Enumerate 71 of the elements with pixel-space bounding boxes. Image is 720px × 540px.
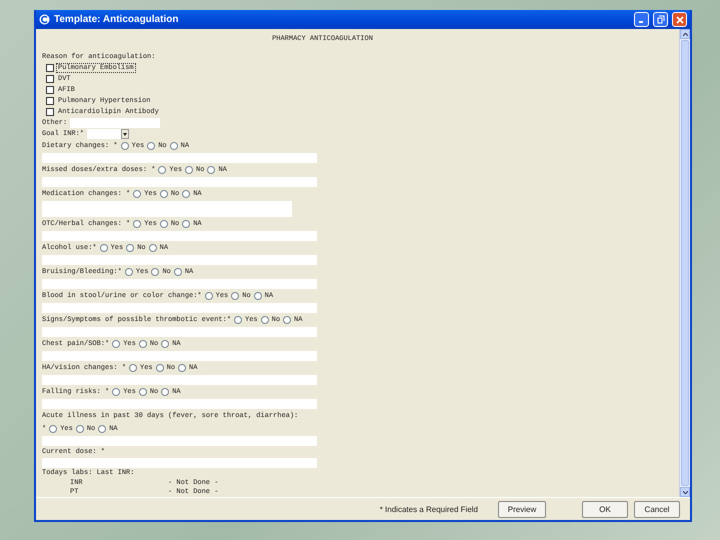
comment-field[interactable] xyxy=(42,436,317,446)
radio-button[interactable] xyxy=(161,340,170,348)
radio-button[interactable] xyxy=(156,364,164,372)
radio-button[interactable] xyxy=(76,424,84,433)
comment-field[interactable] xyxy=(42,200,292,217)
comment-field[interactable] xyxy=(42,152,317,163)
radio-button[interactable] xyxy=(126,244,134,252)
comment-field[interactable] xyxy=(42,176,317,187)
radio-button[interactable] xyxy=(158,166,166,174)
radio-button[interactable] xyxy=(160,190,168,198)
radio-button[interactable] xyxy=(124,268,133,276)
scroll-up-icon[interactable] xyxy=(682,32,688,36)
radio-button[interactable] xyxy=(100,244,108,252)
radio-button[interactable] xyxy=(182,190,190,198)
checkbox[interactable] xyxy=(46,75,54,84)
radio-button[interactable] xyxy=(231,292,240,300)
checkbox[interactable] xyxy=(46,108,54,116)
scrollbar[interactable] xyxy=(679,29,690,497)
radio-button[interactable] xyxy=(138,388,147,396)
radio-button[interactable] xyxy=(112,340,120,348)
radio-button[interactable] xyxy=(234,316,242,324)
comment-field[interactable] xyxy=(42,374,317,385)
radio-button[interactable] xyxy=(133,190,142,198)
radio-button[interactable] xyxy=(98,424,106,433)
radio-button[interactable] xyxy=(161,388,170,396)
goal-inr-dropdown[interactable] xyxy=(87,129,130,140)
restore-icon xyxy=(656,15,665,24)
app-icon xyxy=(39,14,50,25)
dropdown-arrow-icon xyxy=(123,132,128,136)
radio-button[interactable] xyxy=(151,268,160,276)
comment-field[interactable] xyxy=(42,230,317,241)
checkbox[interactable] xyxy=(46,86,54,94)
comment-field[interactable] xyxy=(42,398,317,409)
comment-field[interactable] xyxy=(42,278,317,289)
minimize-button[interactable] xyxy=(634,12,649,27)
checkbox[interactable] xyxy=(46,64,54,72)
required-note: * Indicates a Required Field xyxy=(380,504,478,514)
radio-button[interactable] xyxy=(133,220,142,228)
radio-button[interactable] xyxy=(207,166,216,174)
checkbox[interactable] xyxy=(46,97,54,106)
scroll-down-icon[interactable] xyxy=(682,490,688,494)
radio-button[interactable] xyxy=(174,268,182,276)
radio-button[interactable] xyxy=(129,364,138,372)
close-button[interactable] xyxy=(672,12,687,27)
radio-button[interactable] xyxy=(254,292,262,300)
comment-field[interactable] xyxy=(42,254,317,265)
radio-button[interactable] xyxy=(160,220,168,228)
close-icon xyxy=(676,16,684,24)
dialog-button[interactable]: Cancel xyxy=(634,500,680,518)
comment-field[interactable] xyxy=(42,326,317,337)
radio-button[interactable] xyxy=(185,166,194,174)
radio-button[interactable] xyxy=(138,340,147,348)
comment-field[interactable] xyxy=(42,350,317,361)
radio-button[interactable] xyxy=(49,424,58,433)
dialog-button[interactable]: Preview xyxy=(498,500,546,518)
current-dose-field[interactable] xyxy=(42,458,317,468)
comment-field[interactable] xyxy=(42,302,317,313)
restore-button[interactable] xyxy=(653,12,668,27)
radio-button[interactable] xyxy=(170,142,178,150)
radio-button[interactable] xyxy=(283,316,292,324)
radio-button[interactable] xyxy=(260,316,269,324)
window-title: Template: Anticoagulation xyxy=(54,14,180,25)
radio-button[interactable] xyxy=(204,292,213,300)
radio-button[interactable] xyxy=(148,244,157,252)
radio-button[interactable] xyxy=(182,220,190,228)
radio-button[interactable] xyxy=(178,364,186,372)
other-field[interactable] xyxy=(70,118,160,128)
radio-button[interactable] xyxy=(112,388,120,396)
radio-button[interactable] xyxy=(120,142,129,150)
dialog-button[interactable]: OK xyxy=(582,500,628,518)
radio-button[interactable] xyxy=(147,142,156,150)
